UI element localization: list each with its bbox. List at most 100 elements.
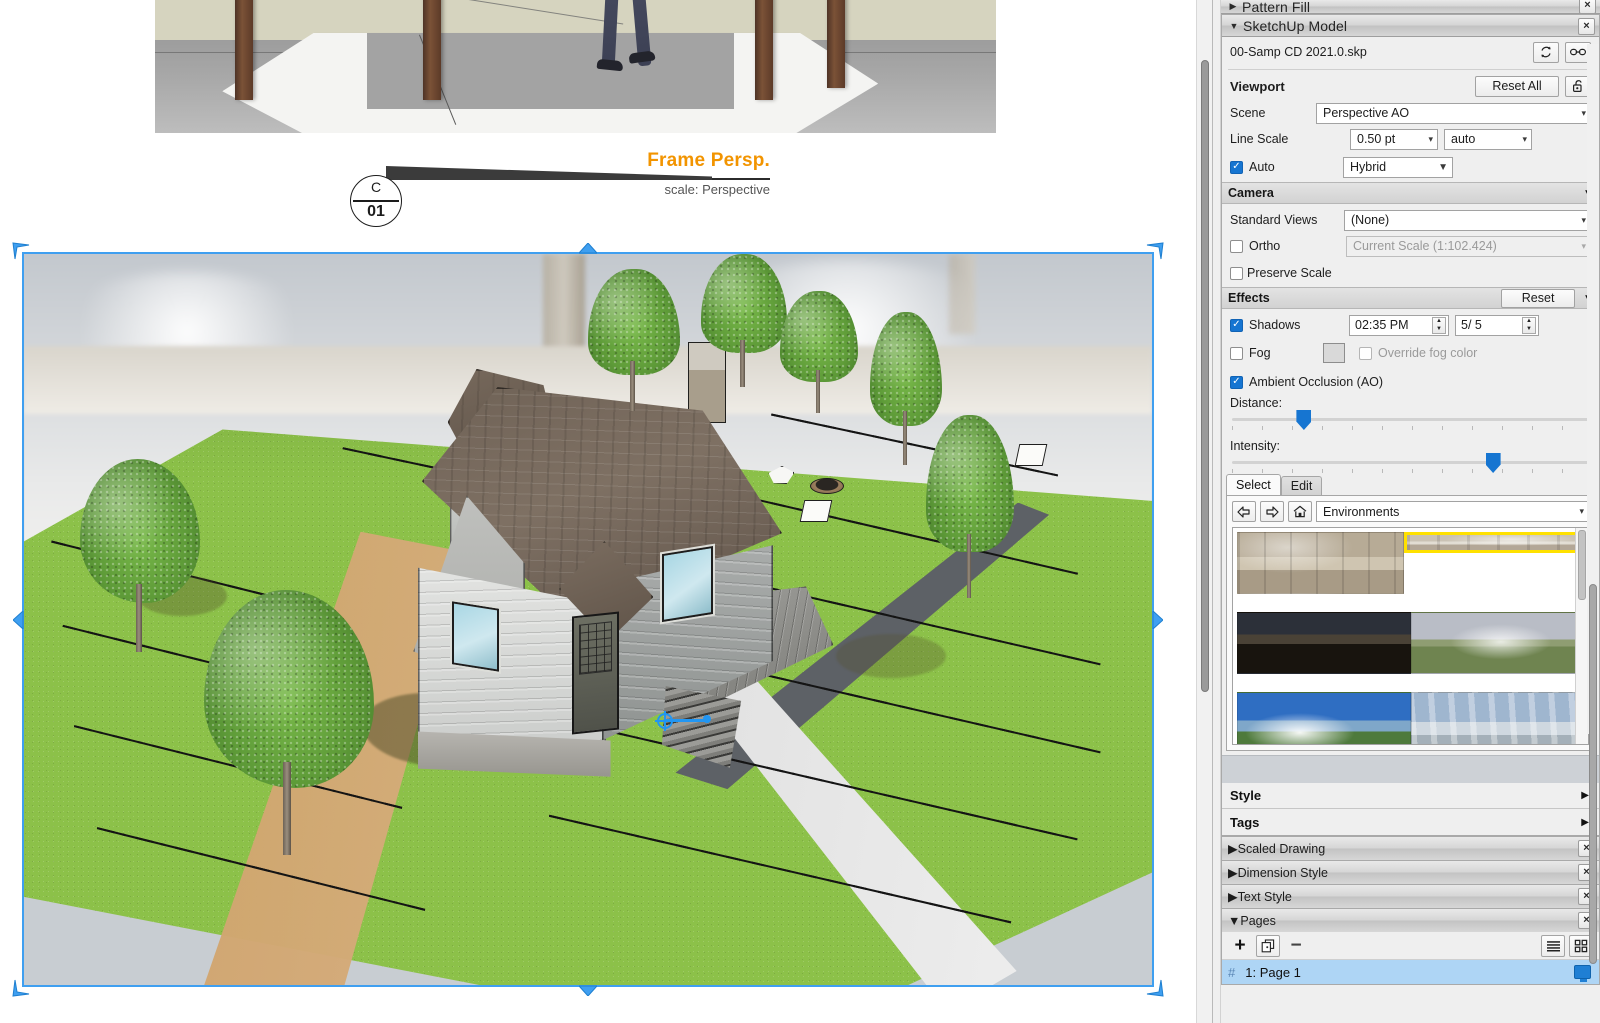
resize-handle-right[interactable]	[1152, 611, 1163, 629]
page-name: 1: Page 1	[1245, 965, 1301, 980]
minus-icon[interactable]: −	[1284, 935, 1308, 957]
preserve-scale-checkbox[interactable]	[1230, 267, 1243, 280]
page-list-item-1[interactable]: # 1: Page 1	[1222, 960, 1599, 984]
window	[452, 601, 499, 672]
scene-row: Scene Perspective AO ▾	[1222, 100, 1599, 126]
environment-thumb-hdri-sunset-field[interactable]	[1237, 692, 1411, 745]
home-icon[interactable]	[1288, 501, 1312, 522]
chevron-right-icon[interactable]: ▶	[1228, 889, 1238, 904]
effects-reset-button[interactable]: Reset	[1501, 289, 1575, 308]
top-viewport-post	[423, 0, 441, 100]
shadow-time-spinner[interactable]: 02:35 PM ▲▼	[1349, 315, 1449, 336]
line-scale-select[interactable]: 0.50 pt ▾	[1350, 129, 1438, 150]
camera-group-header[interactable]: Camera ▼	[1222, 182, 1599, 204]
reset-all-button[interactable]: Reset All	[1475, 76, 1559, 97]
resize-handle-top[interactable]	[579, 243, 597, 254]
shadow-date-spinner[interactable]: 5/ 5 ▲▼	[1455, 315, 1539, 336]
panel-header-pattern-fill[interactable]: ▶ Pattern Fill ×	[1221, 0, 1600, 14]
scene-select[interactable]: Perspective AO ▾	[1316, 103, 1591, 124]
panel-header-scaled-drawing[interactable]: ▶ Scaled Drawing ×	[1221, 836, 1600, 860]
tab-edit[interactable]: Edit	[1281, 476, 1323, 495]
chevron-right-icon[interactable]: ▶	[1228, 865, 1238, 880]
fog-checkbox[interactable]	[1230, 347, 1243, 360]
document-canvas[interactable]: Frame Persp. scale: Perspective C 01	[0, 0, 1212, 1023]
resize-handle-bottom-right[interactable]	[1145, 978, 1165, 998]
standard-views-select[interactable]: (None) ▾	[1344, 210, 1591, 231]
panel-title-text-style: Text Style	[1238, 890, 1292, 904]
environment-collection-value: Environments	[1323, 505, 1399, 519]
environment-thumb-hdri-warehouse-open[interactable]	[1404, 532, 1585, 553]
tray-vertical-scrollbar[interactable]	[1587, 44, 1599, 734]
ortho-row: Ortho Current Scale (1:102.424) ▾	[1222, 233, 1599, 259]
environment-thumb-hdri-field-dawn[interactable]	[1411, 612, 1585, 674]
panel-header-pages[interactable]: ▼ Pages ×	[1221, 908, 1600, 932]
arrow-right-icon[interactable]	[1260, 501, 1284, 522]
top-viewport-post	[827, 0, 845, 88]
list-view-icon[interactable]	[1541, 935, 1565, 957]
chevron-right-icon[interactable]: ▶	[1581, 790, 1589, 801]
chevron-down-icon[interactable]: ▼	[1228, 914, 1240, 928]
environment-collection-select[interactable]: Environments ▾	[1316, 501, 1589, 522]
tab-select[interactable]: Select	[1226, 474, 1281, 495]
canvas-vertical-scrollbar[interactable]	[1196, 0, 1212, 1023]
top-viewport-image[interactable]	[155, 0, 996, 133]
selected-viewport[interactable]	[22, 252, 1154, 987]
reload-icon[interactable]	[1533, 42, 1559, 63]
ambient-occlusion-label: Ambient Occlusion (AO)	[1249, 375, 1383, 389]
environment-thumb-hdri-field-night[interactable]	[1237, 612, 1411, 674]
top-viewport-patio	[222, 33, 878, 133]
plus-icon[interactable]: +	[1228, 935, 1252, 957]
tags-subsection-header[interactable]: Tags ▶	[1222, 809, 1599, 835]
resize-handle-top-left[interactable]	[11, 241, 31, 261]
tray-scrollbar-thumb[interactable]	[1589, 584, 1597, 964]
auto-checkbox[interactable]	[1230, 161, 1243, 174]
effects-group-header[interactable]: Effects Reset ▼	[1222, 287, 1599, 309]
selected-viewport-wrapper[interactable]	[22, 252, 1154, 987]
environment-scrollbar-thumb[interactable]	[1578, 530, 1586, 600]
resize-handle-top-right[interactable]	[1145, 241, 1165, 261]
auto-label: Auto	[1249, 160, 1343, 174]
shadows-checkbox[interactable]	[1230, 319, 1243, 332]
environment-thumbnail-list[interactable]	[1232, 527, 1589, 745]
preserve-scale-row: Preserve Scale	[1222, 259, 1599, 287]
arrow-left-icon[interactable]	[1232, 501, 1256, 522]
chevron-down-icon[interactable]: ▼	[1228, 21, 1240, 31]
chevron-down-icon: ▾	[1581, 108, 1586, 119]
environment-thumb-hdri-warehouse-interior[interactable]	[1237, 532, 1404, 594]
style-label: Style	[1230, 788, 1261, 803]
monitor-icon[interactable]	[1574, 965, 1591, 979]
top-viewport-gridline	[327, 0, 623, 24]
top-viewport-post	[755, 0, 773, 100]
environment-thumb-hdri-cloudy-sky[interactable]	[1411, 692, 1585, 745]
viewport-heading: Viewport	[1230, 79, 1285, 94]
chevron-right-icon[interactable]: ▶	[1228, 841, 1238, 856]
resize-handle-bottom[interactable]	[579, 985, 597, 996]
close-icon[interactable]: ×	[1579, 0, 1596, 14]
canvas-scrollbar-thumb[interactable]	[1201, 60, 1209, 692]
panel-header-text-style[interactable]: ▶ Text Style ×	[1221, 884, 1600, 908]
ortho-checkbox[interactable]	[1230, 240, 1243, 253]
spinner-arrows-icon[interactable]: ▲▼	[1522, 317, 1536, 334]
intensity-slider[interactable]	[1232, 461, 1589, 464]
resize-handle-bottom-left[interactable]	[11, 978, 31, 998]
close-icon[interactable]: ×	[1578, 18, 1595, 35]
style-subsection-header[interactable]: Style ▶	[1222, 783, 1599, 809]
chevron-right-icon[interactable]: ▶	[1227, 1, 1239, 12]
line-scale-units-select[interactable]: auto ▾	[1444, 129, 1532, 150]
fog-color-swatch[interactable]	[1323, 343, 1345, 363]
render-mode-select[interactable]: Hybrid ▼	[1343, 157, 1453, 178]
panel-title-scaled-drawing: Scaled Drawing	[1238, 842, 1326, 856]
tree-trunk	[816, 370, 820, 413]
scene-value: Perspective AO	[1323, 106, 1409, 120]
viewport-title-block: Frame Persp. scale: Perspective C 01	[350, 150, 770, 225]
distance-slider[interactable]	[1232, 418, 1589, 421]
chevron-right-icon[interactable]: ▶	[1581, 817, 1589, 828]
tree-trunk	[136, 584, 142, 652]
panel-header-dimension-style[interactable]: ▶ Dimension Style ×	[1221, 860, 1600, 884]
resize-handle-left[interactable]	[13, 611, 24, 629]
duplicate-page-icon[interactable]	[1256, 935, 1280, 957]
standard-views-value: (None)	[1351, 213, 1389, 227]
panel-header-sketchup-model[interactable]: ▼ SketchUp Model ×	[1222, 14, 1599, 37]
ambient-occlusion-checkbox[interactable]	[1230, 376, 1243, 389]
spinner-arrows-icon[interactable]: ▲▼	[1432, 317, 1446, 334]
